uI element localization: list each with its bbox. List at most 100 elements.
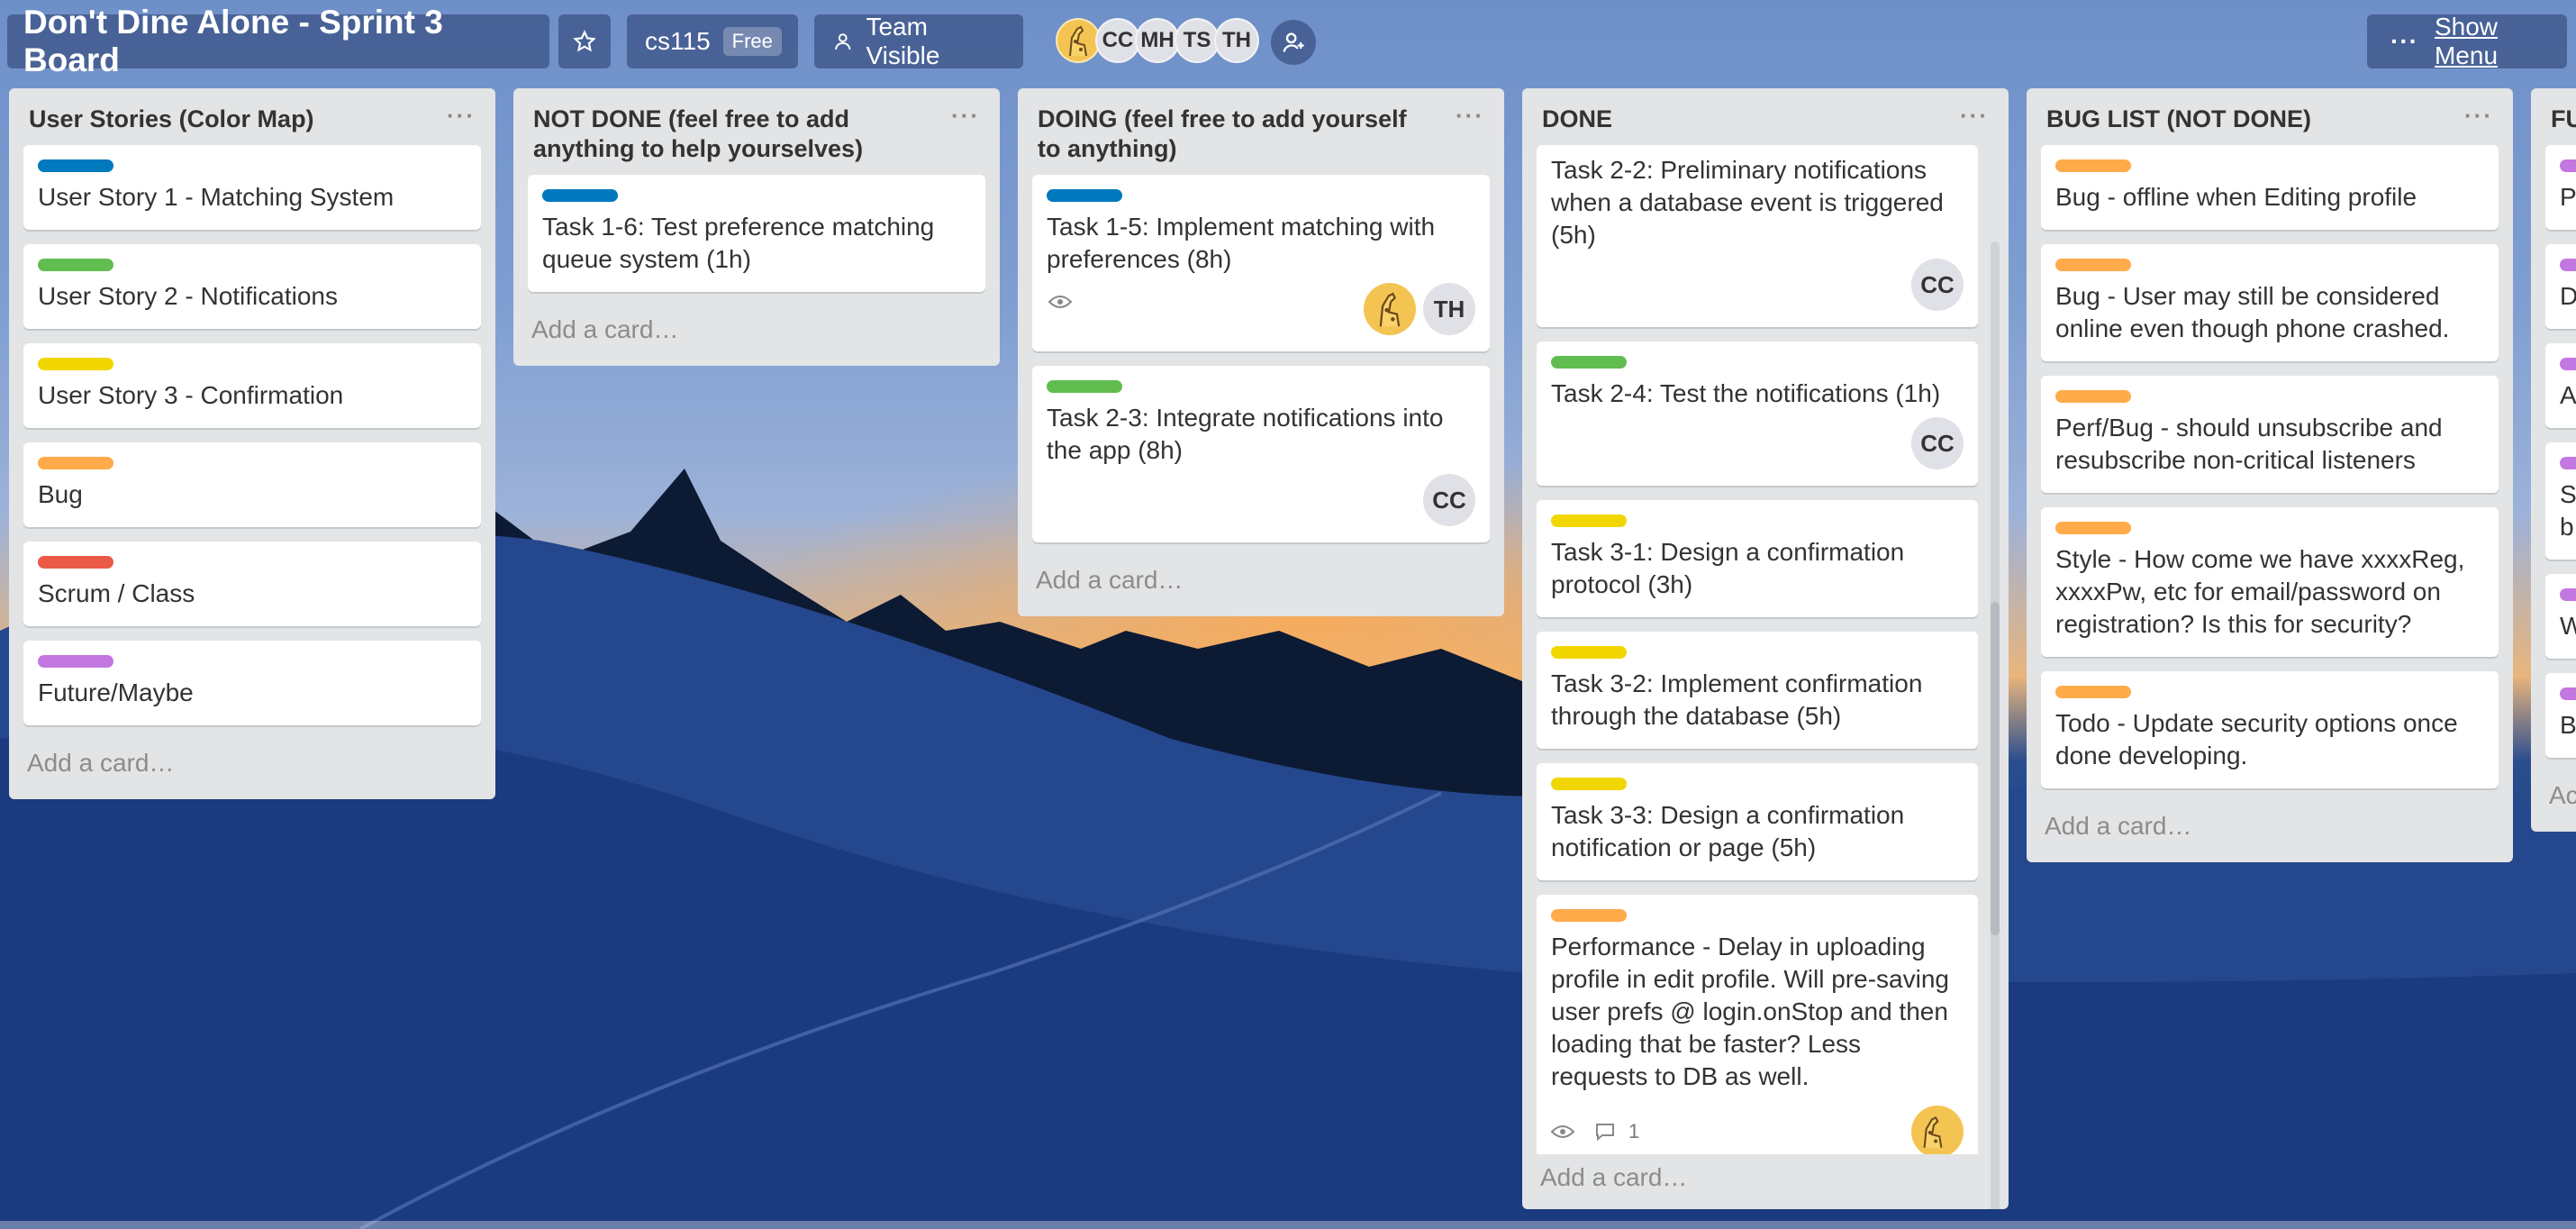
member-avatar-th[interactable]: TH: [1214, 18, 1259, 63]
card[interactable]: W: [2545, 574, 2576, 659]
card[interactable]: Performance - Delay in uploading profile…: [1537, 895, 1978, 1154]
card-list: Task 2-2: Preliminary notifications when…: [1522, 145, 2009, 1154]
card[interactable]: User Story 3 - Confirmation: [23, 343, 481, 428]
list-menu-icon[interactable]: ···: [447, 101, 476, 131]
card[interactable]: Task 3-3: Design a confirmation notifica…: [1537, 763, 1978, 880]
list-title[interactable]: DOING (feel free to add yourself to anyt…: [1018, 88, 1504, 175]
card-label: [2055, 390, 2131, 403]
list-title-text: FU: [2551, 105, 2576, 132]
card-title: Bug - User may still be considered onlin…: [2055, 282, 2450, 342]
member-avatar-ts[interactable]: TS: [1175, 18, 1220, 63]
card[interactable]: Todo - Update security options once done…: [2041, 671, 2499, 788]
card-member-giraffe[interactable]: [1364, 283, 1416, 335]
card-label: [2055, 259, 2131, 271]
card[interactable]: Task 3-1: Design a confirmation protocol…: [1537, 500, 1978, 617]
card-members: CC: [1551, 259, 1964, 311]
card-title: Task 1-6: Test preference matching queue…: [542, 213, 935, 273]
list-title[interactable]: NOT DONE (feel free to add anything to h…: [513, 88, 1000, 175]
card-label: [1551, 356, 1627, 369]
list-title[interactable]: DONE ···: [1522, 88, 2009, 145]
card-label: [1551, 646, 1627, 659]
card-title: A: [2560, 381, 2576, 409]
card[interactable]: Task 1-5: Implement matching with prefer…: [1032, 175, 1490, 351]
list-title[interactable]: FU: [2531, 88, 2576, 145]
card-title: B: [2560, 711, 2576, 739]
list-menu-icon[interactable]: ···: [2464, 101, 2493, 131]
visibility-button[interactable]: Team Visible: [814, 13, 1023, 69]
comment-count: 1: [1628, 1120, 1640, 1143]
card-member-avatar[interactable]: CC: [1911, 417, 1964, 469]
giraffe-icon: [1379, 292, 1401, 327]
list-scrollbar[interactable]: [1991, 241, 2000, 1209]
card-member-avatar[interactable]: TH: [1423, 283, 1475, 335]
card-label: [1047, 380, 1122, 393]
add-card-button[interactable]: Add a card…: [513, 306, 1000, 366]
card[interactable]: Scrum / Class: [23, 542, 481, 626]
card[interactable]: Task 2-4: Test the notifications (1h) CC: [1537, 341, 1978, 486]
member-avatar-giraffe[interactable]: [1056, 18, 1101, 63]
member-avatar-mh[interactable]: MH: [1135, 18, 1180, 63]
list-menu-icon[interactable]: ···: [1456, 101, 1484, 131]
add-member-button[interactable]: [1271, 20, 1316, 65]
card-title: Task 1-5: Implement matching with prefer…: [1047, 213, 1436, 273]
card-list: Task 1-6: Test preference matching queue…: [513, 175, 1000, 292]
star-board-button[interactable]: [558, 14, 611, 68]
card-title: Scrum / Class: [38, 579, 195, 607]
add-card-button[interactable]: Add a card…: [1018, 557, 1504, 616]
team-button[interactable]: cs115 Free: [627, 14, 798, 68]
card[interactable]: D: [2545, 244, 2576, 329]
list-menu-icon[interactable]: ···: [951, 101, 980, 131]
card[interactable]: User Story 1 - Matching System: [23, 145, 481, 230]
card-member-avatar[interactable]: CC: [1423, 474, 1475, 526]
card-label: [2560, 358, 2576, 370]
card-label: [38, 457, 113, 469]
card-title: Style - How come we have xxxxReg, xxxxPw…: [2055, 545, 2465, 638]
add-card-button[interactable]: Ac: [2531, 772, 2576, 832]
add-card-button[interactable]: Add a card…: [9, 740, 495, 799]
team-name: cs115: [645, 27, 711, 55]
horizontal-scrollbar[interactable]: [0, 1221, 2576, 1229]
card-label: [2560, 588, 2576, 601]
card[interactable]: P: [2545, 145, 2576, 230]
list-title-text: DOING (feel free to add yourself to anyt…: [1038, 105, 1407, 162]
show-menu-button[interactable]: ··· Show Menu: [2367, 13, 2567, 69]
card-label: [1047, 189, 1122, 202]
card[interactable]: Task 1-6: Test preference matching queue…: [528, 175, 985, 292]
list-title[interactable]: BUG LIST (NOT DONE) ···: [2027, 88, 2513, 145]
card-title: D: [2560, 282, 2576, 310]
board-title[interactable]: Don't Dine Alone - Sprint 3 Board: [7, 4, 549, 78]
card[interactable]: Task 2-3: Integrate notifications into t…: [1032, 366, 1490, 542]
card-label: [1551, 514, 1627, 527]
card-label: [2560, 159, 2576, 172]
card[interactable]: Task 3-2: Implement confirmation through…: [1537, 632, 1978, 749]
scrollbar-thumb[interactable]: [1991, 602, 2000, 935]
card[interactable]: S b: [2545, 442, 2576, 560]
watch-eye-icon: [1048, 296, 1072, 308]
add-card-button[interactable]: Add a card…: [2027, 803, 2513, 862]
star-icon: [573, 30, 596, 52]
card[interactable]: Style - How come we have xxxxReg, xxxxPw…: [2041, 507, 2499, 657]
card[interactable]: B: [2545, 673, 2576, 758]
card[interactable]: User Story 2 - Notifications: [23, 244, 481, 329]
list-menu-icon[interactable]: ···: [1960, 101, 1989, 131]
card[interactable]: Task 2-2: Preliminary notifications when…: [1537, 145, 1978, 327]
list-title-text: User Stories (Color Map): [29, 105, 314, 132]
card[interactable]: Future/Maybe: [23, 641, 481, 725]
add-card-button[interactable]: Add a card…: [1522, 1154, 2009, 1209]
card[interactable]: Bug - offline when Editing profile: [2041, 145, 2499, 230]
card[interactable]: A: [2545, 343, 2576, 428]
card-member-avatar[interactable]: CC: [1911, 259, 1964, 311]
board-header: Don't Dine Alone - Sprint 3 Board cs115 …: [0, 0, 2576, 83]
list-title[interactable]: User Stories (Color Map) ···: [9, 88, 495, 145]
card-list: Task 1-5: Implement matching with prefer…: [1018, 175, 1504, 542]
list-future-partial: FU P D A S b W B Ac: [2531, 88, 2576, 832]
card-members: CC: [1047, 474, 1475, 526]
card-label: [38, 358, 113, 370]
member-avatar-cc[interactable]: CC: [1095, 18, 1140, 63]
card[interactable]: Bug - User may still be considered onlin…: [2041, 244, 2499, 361]
card[interactable]: Bug: [23, 442, 481, 527]
card[interactable]: Perf/Bug - should unsubscribe and resubs…: [2041, 376, 2499, 493]
card-member-giraffe[interactable]: [1911, 1106, 1964, 1154]
card-title: Task 2-4: Test the notifications (1h): [1551, 379, 1941, 407]
card-title: Perf/Bug - should unsubscribe and resubs…: [2055, 414, 2443, 474]
